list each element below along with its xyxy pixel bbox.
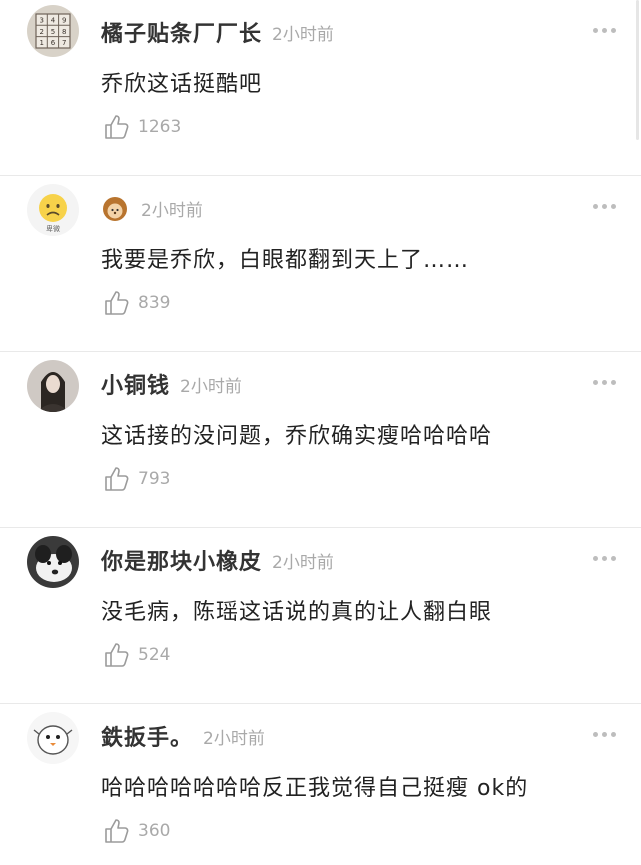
svg-text:6: 6 (51, 39, 56, 47)
timestamp: 2小时前 (203, 728, 265, 749)
scrollbar[interactable] (636, 0, 639, 140)
like-button[interactable]: 839 (103, 289, 170, 317)
sad-emoji-avatar[interactable]: 卑微 (27, 184, 79, 236)
comment-text: 没毛病，陈瑶这话说的真的让人翻白眼 (101, 600, 493, 625)
comment-item: 卑微 2小时前 我要是乔欣，白眼都翻到天上了…… 839 (0, 176, 641, 352)
thumbs-up-icon (105, 467, 129, 491)
svg-text:7: 7 (62, 39, 66, 47)
svg-text:9: 9 (62, 17, 66, 25)
timestamp: 2小时前 (272, 24, 334, 45)
more-options-icon[interactable] (593, 380, 616, 385)
like-button[interactable]: 1263 (103, 113, 181, 141)
like-count: 793 (138, 469, 171, 489)
number-grid-avatar[interactable]: 349 258 167 (27, 5, 79, 57)
username[interactable]: 你是那块小橡皮 (101, 544, 262, 576)
like-count: 1263 (138, 117, 182, 137)
like-count: 524 (138, 645, 171, 665)
like-button[interactable]: 793 (103, 465, 170, 493)
like-count: 360 (138, 821, 171, 841)
thumbs-up-icon (105, 819, 129, 843)
comment-header: 橘子贴条厂厂长 2小时前 (101, 15, 334, 49)
username[interactable]: 橘子贴条厂厂长 (101, 16, 262, 48)
comment-text: 哈哈哈哈哈哈哈反正我觉得自己挺瘦 ok的 (101, 776, 529, 801)
dog-avatar[interactable] (27, 536, 79, 588)
portrait-avatar[interactable] (27, 360, 79, 412)
svg-text:卑微: 卑微 (46, 224, 60, 233)
like-button[interactable]: 360 (103, 817, 170, 845)
like-button[interactable]: 524 (103, 641, 170, 669)
comment-header: 2小时前 (101, 191, 203, 225)
timestamp: 2小时前 (272, 552, 334, 573)
comment-item: 你是那块小橡皮 2小时前 没毛病，陈瑶这话说的真的让人翻白眼 524 (0, 528, 641, 704)
svg-text:8: 8 (62, 28, 66, 36)
svg-text:4: 4 (51, 17, 56, 25)
comment-item: 小铜钱 2小时前 这话接的没问题，乔欣确实瘦哈哈哈哈 793 (0, 352, 641, 528)
svg-text:2: 2 (40, 28, 44, 36)
more-options-icon[interactable] (593, 204, 616, 209)
svg-text:3: 3 (40, 17, 44, 25)
more-options-icon[interactable] (593, 732, 616, 737)
comment-text: 乔欣这话挺酷吧 (101, 72, 263, 97)
comment-list: 349 258 167 橘子贴条厂厂长 2小时前 乔欣这话挺酷吧 1263 卑微… (0, 0, 641, 865)
username[interactable]: 鉄扳手。 (101, 720, 193, 752)
cartoon-bird-avatar[interactable] (27, 712, 79, 764)
timestamp: 2小时前 (141, 200, 203, 221)
comment-header: 你是那块小橡皮 2小时前 (101, 543, 334, 577)
comment-text: 我要是乔欣，白眼都翻到天上了…… (101, 248, 470, 273)
comment-header: 鉄扳手。 2小时前 (101, 719, 265, 753)
timestamp: 2小时前 (180, 376, 242, 397)
comment-header: 小铜钱 2小时前 (101, 367, 242, 401)
hedgehog-emoji-icon (101, 194, 129, 222)
thumbs-up-icon (105, 291, 129, 315)
thumbs-up-icon (105, 115, 129, 139)
like-count: 839 (138, 293, 171, 313)
more-options-icon[interactable] (593, 28, 616, 33)
username[interactable]: 小铜钱 (101, 368, 170, 400)
svg-text:1: 1 (40, 39, 44, 47)
more-options-icon[interactable] (593, 556, 616, 561)
comment-text: 这话接的没问题，乔欣确实瘦哈哈哈哈 (101, 424, 493, 449)
comment-item: 鉄扳手。 2小时前 哈哈哈哈哈哈哈反正我觉得自己挺瘦 ok的 360 (0, 704, 641, 865)
comment-item: 349 258 167 橘子贴条厂厂长 2小时前 乔欣这话挺酷吧 1263 (0, 0, 641, 176)
svg-text:5: 5 (51, 28, 55, 36)
thumbs-up-icon (105, 643, 129, 667)
